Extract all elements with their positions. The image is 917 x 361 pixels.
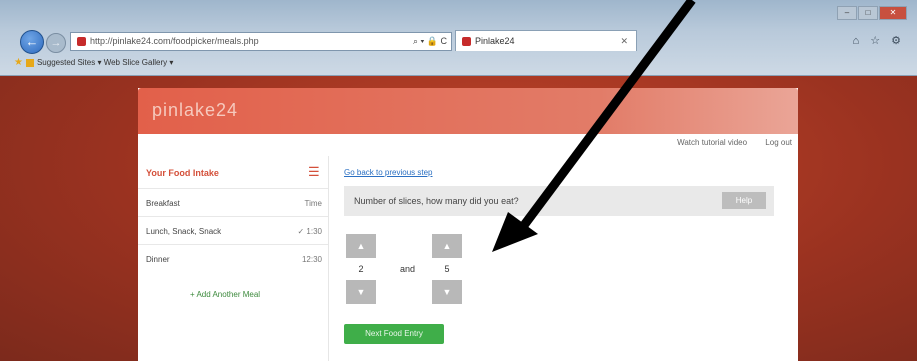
- meal-row-breakfast[interactable]: Breakfast Time: [138, 188, 328, 217]
- meal-value: Time: [304, 199, 322, 208]
- meal-value: 12:30: [301, 255, 322, 264]
- browser-chrome: – □ ✕ ← → http://pinlake24.com/foodpicker/…: [0, 0, 917, 76]
- tab-favicon-icon: [462, 37, 471, 47]
- close-window-button[interactable]: ✕: [879, 6, 907, 20]
- tab-title: Pinlake24: [475, 36, 515, 46]
- browser-tab[interactable]: Pinlake24 ✕: [455, 30, 637, 51]
- second-increment-button[interactable]: ▲: [432, 234, 462, 258]
- question-box: Number of slices, how many did you eat? …: [344, 186, 774, 216]
- meal-value: ✓ 1:30: [297, 227, 323, 236]
- chevron-down-icon: ▼: [356, 287, 366, 297]
- app-window: pinlake24 Watch tutorial video Log out Y…: [138, 88, 798, 361]
- minimize-button[interactable]: –: [837, 6, 857, 20]
- next-food-entry-button[interactable]: Next Food Entry: [344, 324, 444, 344]
- help-button[interactable]: Help: [722, 192, 766, 209]
- tutorial-video-link[interactable]: Watch tutorial video: [677, 138, 747, 147]
- tab-close-icon[interactable]: ✕: [620, 31, 628, 51]
- maximize-button[interactable]: □: [858, 6, 878, 20]
- sidebar: Your Food Intake ☰ Breakfast Time Lunch,…: [138, 156, 329, 361]
- brand-logo[interactable]: pinlake24: [152, 100, 238, 121]
- second-decrement-button[interactable]: ▼: [432, 280, 462, 304]
- back-link[interactable]: Go back to previous step: [344, 168, 433, 177]
- favorites-links[interactable]: Suggested Sites ▾ Web Slice Gallery ▾: [37, 58, 173, 67]
- window-controls: – □ ✕: [836, 2, 907, 20]
- second-value: 5: [444, 264, 450, 274]
- question-text: Number of slices, how many did you eat?: [354, 196, 519, 206]
- chevron-up-icon: ▲: [442, 241, 452, 251]
- top-links: Watch tutorial video Log out: [661, 138, 792, 147]
- chevron-up-icon: ▲: [356, 241, 366, 251]
- url-text: http://pinlake24.com/foodpicker/meals.ph…: [90, 36, 259, 46]
- meal-label: Lunch, Snack, Snack: [146, 227, 222, 236]
- site-favicon-icon: [77, 37, 86, 47]
- meal-label: Breakfast: [146, 199, 180, 208]
- main-panel: Go back to previous step Number of slice…: [344, 156, 798, 361]
- and-label: and: [400, 264, 416, 274]
- favorites-add-icon[interactable]: [25, 58, 34, 67]
- logout-link[interactable]: Log out: [765, 138, 792, 147]
- meal-label: Dinner: [146, 255, 170, 264]
- address-bar[interactable]: http://pinlake24.com/foodpicker/meals.ph…: [70, 32, 452, 51]
- first-increment-button[interactable]: ▲: [346, 234, 376, 258]
- add-meal-link[interactable]: + Add Another Meal: [190, 290, 260, 299]
- arrow-right-icon: →: [50, 37, 62, 49]
- favorites-star-icon[interactable]: ★: [14, 57, 23, 68]
- browser-tools-icons[interactable]: ⌂ ☆ ⚙: [853, 34, 905, 47]
- meal-row-lunch[interactable]: Lunch, Snack, Snack ✓ 1:30: [138, 216, 328, 245]
- meal-row-dinner[interactable]: Dinner 12:30: [138, 244, 328, 273]
- back-button[interactable]: ←: [20, 30, 44, 54]
- forward-button[interactable]: →: [46, 33, 66, 53]
- first-value: 2: [358, 264, 364, 274]
- chevron-down-icon: ▼: [442, 287, 452, 297]
- favorites-bar: ★ Suggested Sites ▾ Web Slice Gallery ▾: [0, 54, 917, 72]
- sidebar-title: Your Food Intake: [146, 168, 219, 178]
- address-bar-icons[interactable]: ⌕ ▾ 🔒 C: [413, 33, 447, 50]
- arrow-left-icon: ←: [25, 34, 39, 49]
- hamburger-menu-icon[interactable]: ☰: [308, 165, 320, 178]
- first-decrement-button[interactable]: ▼: [346, 280, 376, 304]
